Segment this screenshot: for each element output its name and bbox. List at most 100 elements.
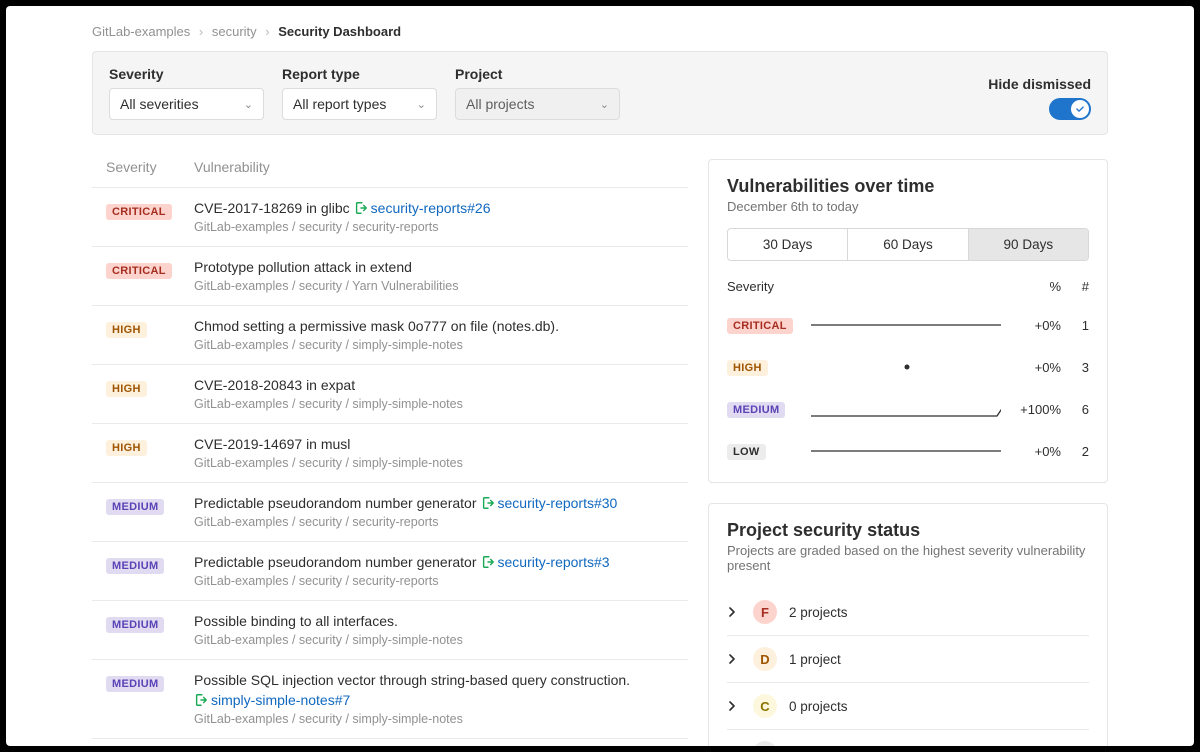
vulnerability-row[interactable]: CRITICAL Prototype pollution attack in ex… [92,247,688,306]
col-header-vulnerability: Vulnerability [194,159,270,175]
grade-badge: F [753,600,777,624]
severity-percent: +0% [1001,318,1061,333]
report-type-filter-label: Report type [282,66,437,82]
grade-badge: D [753,647,777,671]
vulnerability-row[interactable]: MEDIUM Predictable pseudorandom number ge… [92,483,688,542]
severity-badge: HIGH [106,381,147,397]
vulnerability-path: GitLab-examples / security / security-re… [194,515,674,529]
severity-select[interactable]: All severities ⌄ [109,88,264,120]
vulnerability-title: Chmod setting a permissive mask 0o777 on… [194,318,674,334]
chevron-right-icon [727,604,741,620]
status-subtitle: Projects are graded based on the highest… [727,543,1089,573]
severity-count: 3 [1061,360,1089,375]
severity-badge: HIGH [106,322,147,338]
severity-percent: +0% [1001,360,1061,375]
vulnerability-row[interactable]: CRITICALCVE-2017-18269 in glibc security… [92,188,688,247]
chart-title: Vulnerabilities over time [727,176,1089,197]
vulnerability-row[interactable]: MEDIUMPredictable pseudorandom number ge… [92,542,688,601]
chart-head-count: # [1061,279,1089,294]
grade-row[interactable]: F2 projects [727,589,1089,636]
sparkline [809,440,1001,462]
grade-row[interactable]: D 1 project [727,636,1089,683]
app-frame: GitLab-examples › security › Security Da… [6,6,1194,746]
severity-badge: MEDIUM [106,499,164,515]
severity-badge: HIGH [727,360,768,376]
chevron-down-icon: ⌄ [600,98,609,111]
issue-link-text: security-reports#26 [371,200,491,216]
severity-trend-row: HIGH +0%3 [727,346,1089,388]
vulnerabilities-over-time-card: Vulnerabilities over time December 6th t… [708,159,1108,483]
time-range-tab[interactable]: 90 Days [969,229,1088,260]
project-filter-label: Project [455,66,620,82]
vulnerability-row[interactable]: HIGHCVE-2018-20843 in expatGitLab-exampl… [92,365,688,424]
grade-row[interactable]: B0 projects [727,730,1089,746]
breadcrumb-root[interactable]: GitLab-examples [92,24,190,39]
sparkline [809,398,1001,420]
filter-bar: Severity All severities ⌄ Report type Al… [92,51,1108,135]
severity-select-value: All severities [120,96,199,112]
issue-link-text: security-reports#3 [498,554,610,570]
vulnerability-row[interactable]: MEDIUMCVE-2016-10228 in glibc security-r… [92,739,688,746]
severity-trend-row: MEDIUM+100%6 [727,388,1089,430]
breadcrumb-mid[interactable]: security [212,24,257,39]
sparkline [809,314,1001,336]
vulnerability-title: CVE-2019-14697 in musl [194,436,674,452]
issue-link[interactable]: simply-simple-notes#7 [194,692,350,708]
severity-badge: CRITICAL [106,263,172,279]
vulnerability-row[interactable]: HIGHCVE-2019-14697 in muslGitLab-example… [92,424,688,483]
vulnerability-title: Predictable pseudorandom number generato… [194,495,674,511]
severity-count: 6 [1061,402,1089,417]
vulnerability-path: GitLab-examples / security / security-re… [194,220,674,234]
chart-head-severity: Severity [727,279,1005,294]
vulnerability-row[interactable]: HIGH Chmod setting a permissive mask 0o77… [92,306,688,365]
chevron-down-icon: ⌄ [417,98,426,111]
grade-row[interactable]: C0 projects [727,683,1089,730]
project-security-status-card: Project security status Projects are gra… [708,503,1108,746]
vulnerability-path: GitLab-examples / security / Yarn Vulner… [194,279,674,293]
severity-count: 2 [1061,444,1089,459]
vulnerability-path: GitLab-examples / security / security-re… [194,574,674,588]
time-range-tab[interactable]: 60 Days [848,229,968,260]
vulnerability-path: GitLab-examples / security / simply-simp… [194,712,674,726]
hide-dismissed-toggle[interactable] [1049,98,1091,120]
vulnerability-title: Prototype pollution attack in extend [194,259,674,275]
vulnerability-path: GitLab-examples / security / simply-simp… [194,397,674,411]
issue-link[interactable]: security-reports#3 [481,554,610,570]
status-title: Project security status [727,520,1089,541]
severity-badge: MEDIUM [106,676,164,692]
project-select-value: All projects [466,96,534,112]
issue-link[interactable]: security-reports#26 [354,200,491,216]
severity-badge: MEDIUM [727,402,785,418]
issue-link[interactable]: security-reports#30 [481,495,618,511]
vulnerability-row[interactable]: MEDIUM Possible SQL injection vector thro… [92,660,688,739]
toggle-knob [1071,100,1089,118]
chart-subtitle: December 6th to today [727,199,1089,214]
vulnerability-title: CVE-2017-18269 in glibc security-reports… [194,200,674,216]
time-range-tab[interactable]: 30 Days [728,229,848,260]
time-range-tabs: 30 Days60 Days90 Days [727,228,1089,261]
grade-badge: C [753,694,777,718]
hide-dismissed-label: Hide dismissed [988,76,1091,92]
grade-badge: B [753,741,777,746]
vulnerability-title: Possible binding to all interfaces. [194,613,674,629]
severity-trend-row: CRITICAL+0%1 [727,304,1089,346]
report-type-select[interactable]: All report types ⌄ [282,88,437,120]
chevron-down-icon: ⌄ [244,98,253,111]
vulnerability-path: GitLab-examples / security / simply-simp… [194,338,674,352]
check-icon [1075,104,1085,114]
vulnerability-title: Possible SQL injection vector through st… [194,672,674,708]
issue-link-text: simply-simple-notes#7 [211,692,350,708]
severity-filter-label: Severity [109,66,264,82]
breadcrumb-current: Security Dashboard [278,24,401,39]
severity-badge: HIGH [106,440,147,456]
sparkline [809,356,1001,378]
vulnerability-path: GitLab-examples / security / simply-simp… [194,633,674,647]
vulnerability-row[interactable]: MEDIUMPossible binding to all interfaces… [92,601,688,660]
report-type-select-value: All report types [293,96,386,112]
project-select[interactable]: All projects ⌄ [455,88,620,120]
grade-count: 1 project [789,652,841,667]
chevron-right-icon [727,698,741,714]
vulnerability-title: Predictable pseudorandom number generato… [194,554,674,570]
severity-count: 1 [1061,318,1089,333]
severity-trend-row: LOW+0%2 [727,430,1089,472]
